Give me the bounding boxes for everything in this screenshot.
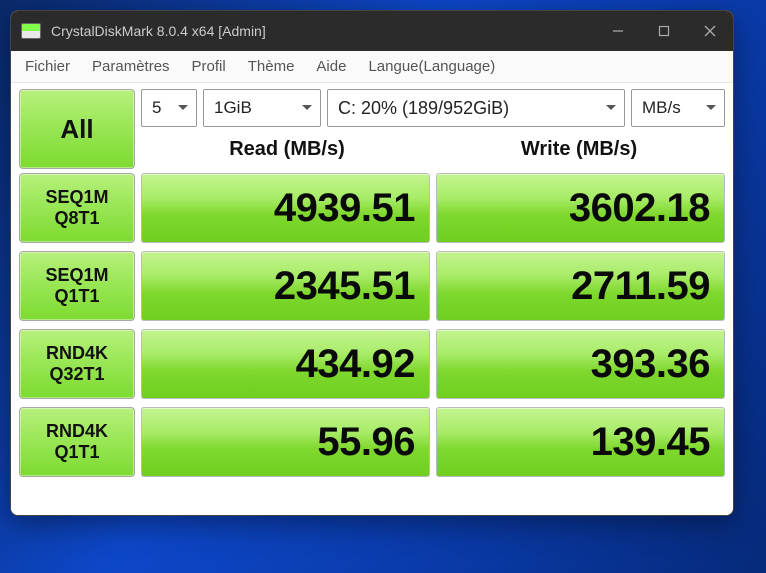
close-button[interactable] [687, 11, 733, 51]
test-label-line1: RND4K [46, 421, 108, 442]
test-row: SEQ1M Q1T1 2345.51 2711.59 [19, 251, 725, 321]
test-label-line2: Q1T1 [54, 286, 99, 307]
read-value: 2345.51 [141, 251, 430, 321]
test-row: SEQ1M Q8T1 4939.51 3602.18 [19, 173, 725, 243]
test-row: RND4K Q32T1 434.92 393.36 [19, 329, 725, 399]
minimize-button[interactable] [595, 11, 641, 51]
test-button-seq1m-q8t1[interactable]: SEQ1M Q8T1 [19, 173, 135, 243]
drive-select[interactable]: C: 20% (189/952GiB) [327, 89, 625, 127]
content-area: All 5 1GiB C: 20% (189/952GiB) MB/s Read… [11, 83, 733, 515]
test-label-line1: RND4K [46, 343, 108, 364]
write-value: 393.36 [436, 329, 725, 399]
titlebar[interactable]: CrystalDiskMark 8.0.4 x64 [Admin] [11, 11, 733, 51]
window-title: CrystalDiskMark 8.0.4 x64 [Admin] [51, 23, 595, 39]
run-all-button[interactable]: All [19, 89, 135, 169]
test-size-select[interactable]: 1GiB [203, 89, 321, 127]
test-button-rnd4k-q1t1[interactable]: RND4K Q1T1 [19, 407, 135, 477]
test-label-line1: SEQ1M [45, 265, 108, 286]
menu-theme[interactable]: Thème [248, 58, 295, 75]
app-window: CrystalDiskMark 8.0.4 x64 [Admin] Fichie… [10, 10, 734, 516]
test-label-line1: SEQ1M [45, 187, 108, 208]
write-value: 3602.18 [436, 173, 725, 243]
unit-select[interactable]: MB/s [631, 89, 725, 127]
read-header: Read (MB/s) [141, 138, 433, 161]
menu-help[interactable]: Aide [316, 58, 346, 75]
read-value: 4939.51 [141, 173, 430, 243]
menu-file[interactable]: Fichier [25, 58, 70, 75]
test-button-rnd4k-q32t1[interactable]: RND4K Q32T1 [19, 329, 135, 399]
menu-language[interactable]: Langue(Language) [368, 58, 495, 75]
write-value: 2711.59 [436, 251, 725, 321]
maximize-button[interactable] [641, 11, 687, 51]
read-value: 55.96 [141, 407, 430, 477]
menu-settings[interactable]: Paramètres [92, 58, 170, 75]
menubar: Fichier Paramètres Profil Thème Aide Lan… [11, 51, 733, 83]
menu-profile[interactable]: Profil [192, 58, 226, 75]
test-label-line2: Q8T1 [54, 208, 99, 229]
test-button-seq1m-q1t1[interactable]: SEQ1M Q1T1 [19, 251, 135, 321]
test-count-select[interactable]: 5 [141, 89, 197, 127]
read-value: 434.92 [141, 329, 430, 399]
app-icon [21, 23, 41, 39]
write-header: Write (MB/s) [433, 138, 725, 161]
test-label-line2: Q1T1 [54, 442, 99, 463]
test-label-line2: Q32T1 [49, 364, 104, 385]
write-value: 139.45 [436, 407, 725, 477]
test-row: RND4K Q1T1 55.96 139.45 [19, 407, 725, 477]
